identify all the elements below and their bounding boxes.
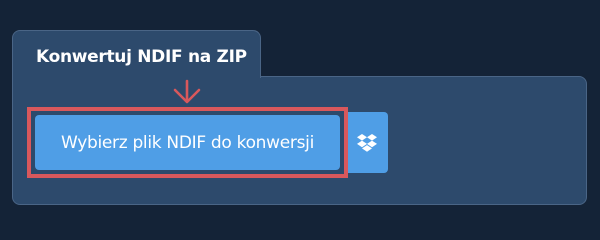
converter-title: Konwertuj NDIF na ZIP — [36, 47, 247, 67]
arrow-down-icon — [173, 79, 201, 104]
tab-panel-join — [13, 75, 260, 78]
converter-tab: Konwertuj NDIF na ZIP — [12, 30, 261, 78]
choose-file-label: Wybierz plik NDIF do konwersji — [60, 132, 314, 153]
dropbox-icon — [357, 134, 377, 152]
dropbox-button[interactable] — [346, 112, 388, 173]
converter-widget: Konwertuj NDIF na ZIP Wybierz plik NDIF … — [0, 0, 600, 230]
choose-file-button[interactable]: Wybierz plik NDIF do konwersji — [35, 115, 340, 170]
